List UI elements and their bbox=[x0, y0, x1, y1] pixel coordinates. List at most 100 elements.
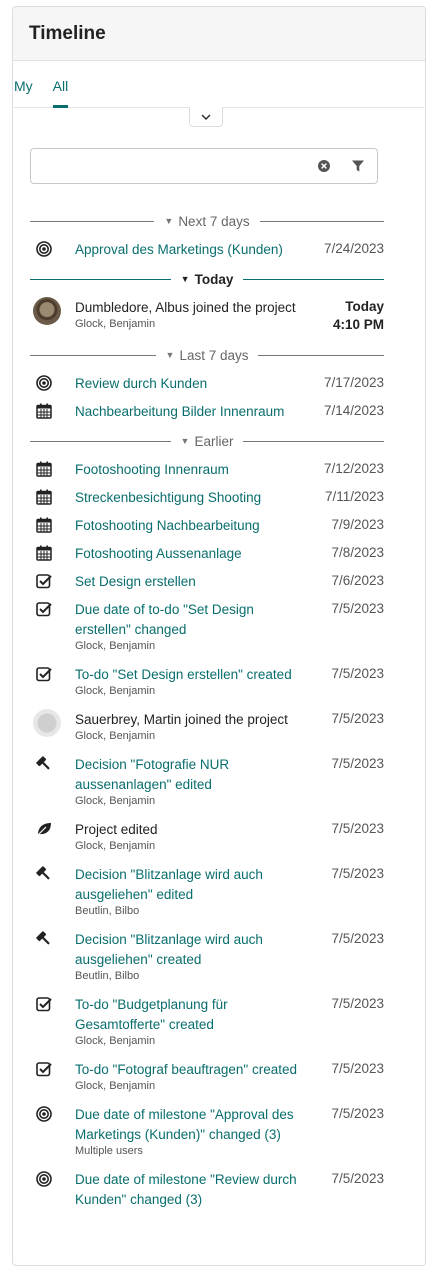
calendar-icon bbox=[36, 461, 52, 477]
entry-title-link[interactable]: Decision "Blitzanlage wird auch ausgelie… bbox=[75, 865, 307, 905]
group-divider-earlier[interactable]: ▼ Earlier bbox=[30, 430, 384, 452]
entry-date: 7/5/2023 bbox=[331, 996, 384, 1011]
calendar-icon bbox=[36, 517, 52, 533]
gavel-icon bbox=[36, 866, 50, 880]
entry-author: Glock, Benjamin bbox=[75, 840, 156, 852]
timeline-entry: Sauerbrey, Martin joined the project Glo… bbox=[30, 709, 384, 743]
entry-author: Glock, Benjamin bbox=[75, 795, 156, 807]
collapse-toggle-button[interactable] bbox=[189, 107, 223, 127]
entry-title-link[interactable]: To-do "Fotograf beauftragen" created bbox=[75, 1060, 307, 1080]
group-label: Earlier bbox=[194, 433, 234, 449]
filter-icon[interactable] bbox=[351, 159, 365, 173]
entry-title-link[interactable]: Footoshooting Innenraum bbox=[75, 460, 307, 480]
group-divider-next7[interactable]: ▼ Next 7 days bbox=[30, 210, 384, 232]
entry-author: Glock, Benjamin bbox=[75, 640, 156, 652]
calendar-icon bbox=[36, 545, 52, 561]
timeline-entry: Streckenbesichtigung Shooting 7/11/2023 bbox=[30, 488, 384, 508]
entry-title-link[interactable]: Decision "Fotografie NUR aussenanlagen" … bbox=[75, 755, 307, 795]
tab-all[interactable]: All bbox=[52, 76, 68, 108]
entry-date: 7/5/2023 bbox=[331, 666, 384, 681]
timeline-entry: Due date of milestone "Review durch Kund… bbox=[30, 1170, 384, 1210]
chevron-down-icon bbox=[201, 113, 211, 120]
milestone-icon bbox=[36, 241, 52, 257]
panel-title: Timeline bbox=[29, 22, 106, 44]
entry-title-link[interactable]: Decision "Blitzanlage wird auch ausgelie… bbox=[75, 930, 307, 970]
entry-date: 7/5/2023 bbox=[331, 931, 384, 946]
timeline-entry: Project edited Glock, Benjamin 7/5/2023 bbox=[30, 820, 384, 853]
entry-author: Glock, Benjamin bbox=[75, 1035, 156, 1047]
clear-search-icon[interactable] bbox=[317, 159, 331, 173]
timeline-entry: Nachbearbeitung Bilder Innenraum 7/14/20… bbox=[30, 402, 384, 422]
entry-date: 7/8/2023 bbox=[331, 545, 384, 560]
timeline-entry: Decision "Blitzanlage wird auch ausgelie… bbox=[30, 930, 384, 983]
milestone-icon bbox=[36, 1171, 52, 1187]
avatar bbox=[33, 709, 61, 737]
caret-down-icon: ▼ bbox=[180, 436, 190, 446]
entry-date: 7/5/2023 bbox=[331, 1106, 384, 1121]
entry-date: 7/14/2023 bbox=[323, 403, 384, 418]
timeline-entry: To-do "Set Design erstellen" created Glo… bbox=[30, 665, 384, 698]
checkbox-icon bbox=[36, 602, 52, 617]
entry-title: Dumbledore, Albus joined the project bbox=[75, 300, 296, 315]
panel-header: Timeline bbox=[13, 7, 425, 61]
timeline-entry: Review durch Kunden 7/17/2023 bbox=[30, 374, 384, 394]
checkbox-icon bbox=[36, 997, 52, 1012]
entry-date: 7/17/2023 bbox=[323, 375, 384, 390]
timeline-entry: Decision "Fotografie NUR aussenanlagen" … bbox=[30, 755, 384, 808]
timeline-feed: ▼ Next 7 days Approval des Marketings (Ku… bbox=[30, 210, 384, 1218]
entry-title-link[interactable]: Approval des Marketings (Kunden) bbox=[75, 240, 307, 260]
timeline-entry: Footoshooting Innenraum 7/12/2023 bbox=[30, 460, 384, 480]
group-divider-today[interactable]: ▼ Today bbox=[30, 268, 384, 290]
entry-title-link[interactable]: Review durch Kunden bbox=[75, 374, 307, 394]
entry-title-link[interactable]: Nachbearbeitung Bilder Innenraum bbox=[75, 402, 307, 422]
entry-date: Today 4:10 PM bbox=[307, 298, 384, 334]
checkbox-icon bbox=[36, 1062, 52, 1077]
gavel-icon bbox=[36, 931, 50, 945]
timeline-entry: To-do "Fotograf beauftragen" created Glo… bbox=[30, 1060, 384, 1093]
entry-author: Glock, Benjamin bbox=[75, 318, 156, 330]
entry-author: Multiple users bbox=[75, 1145, 143, 1157]
entry-title-link[interactable]: Fotoshooting Nachbearbeitung bbox=[75, 516, 307, 536]
entry-date: 7/5/2023 bbox=[331, 821, 384, 836]
timeline-tabs: My All bbox=[14, 76, 424, 108]
entry-date: 7/5/2023 bbox=[331, 866, 384, 881]
timeline-entry: Fotoshooting Nachbearbeitung 7/9/2023 bbox=[30, 516, 384, 536]
entry-title-link[interactable]: Fotoshooting Aussenanlage bbox=[75, 544, 307, 564]
entry-title-link[interactable]: Set Design erstellen bbox=[75, 572, 307, 592]
milestone-icon bbox=[36, 375, 52, 391]
search-box bbox=[30, 148, 378, 184]
entry-author: Glock, Benjamin bbox=[75, 730, 156, 742]
leaf-icon bbox=[37, 823, 51, 836]
checkbox-icon bbox=[36, 667, 52, 682]
entry-date: 7/12/2023 bbox=[323, 461, 384, 476]
entry-date: 7/6/2023 bbox=[331, 573, 384, 588]
timeline-entry: Due date of to-do "Set Design erstellen"… bbox=[30, 600, 384, 653]
entry-author: Glock, Benjamin bbox=[75, 685, 156, 697]
caret-down-icon: ▼ bbox=[165, 350, 175, 360]
timeline-entry: Set Design erstellen 7/6/2023 bbox=[30, 572, 384, 592]
group-label: Today bbox=[194, 271, 234, 287]
entry-author: Beutlin, Bilbo bbox=[75, 905, 140, 917]
entry-title-link[interactable]: Due date of milestone "Approval des Mark… bbox=[75, 1105, 307, 1145]
group-divider-last7[interactable]: ▼ Last 7 days bbox=[30, 344, 384, 366]
entry-author: Beutlin, Bilbo bbox=[75, 970, 140, 982]
entry-date: 7/5/2023 bbox=[331, 756, 384, 771]
entry-title-link[interactable]: To-do "Budgetplanung für Gesamtofferte" … bbox=[75, 995, 307, 1035]
entry-date: 7/24/2023 bbox=[323, 241, 384, 256]
timeline-entry: Dumbledore, Albus joined the project Glo… bbox=[30, 297, 384, 334]
entry-title-link[interactable]: Due date of to-do "Set Design erstellen"… bbox=[75, 600, 307, 640]
timeline-entry: To-do "Budgetplanung für Gesamtofferte" … bbox=[30, 995, 384, 1048]
timeline-entry: Approval des Marketings (Kunden) 7/24/20… bbox=[30, 240, 384, 260]
search-input[interactable] bbox=[37, 153, 307, 179]
entry-title-link[interactable]: To-do "Set Design erstellen" created bbox=[75, 665, 307, 685]
caret-down-icon: ▼ bbox=[164, 216, 174, 226]
entry-title-link[interactable]: Streckenbesichtigung Shooting bbox=[75, 488, 307, 508]
tab-my[interactable]: My bbox=[14, 76, 33, 107]
entry-title-link[interactable]: Due date of milestone "Review durch Kund… bbox=[75, 1170, 307, 1210]
calendar-icon bbox=[36, 403, 52, 419]
timeline-entry: Decision "Blitzanlage wird auch ausgelie… bbox=[30, 865, 384, 918]
avatar bbox=[33, 297, 61, 325]
entry-title: Sauerbrey, Martin joined the project bbox=[75, 712, 288, 727]
entry-date: 7/5/2023 bbox=[331, 1171, 384, 1186]
group-label: Next 7 days bbox=[178, 213, 250, 229]
